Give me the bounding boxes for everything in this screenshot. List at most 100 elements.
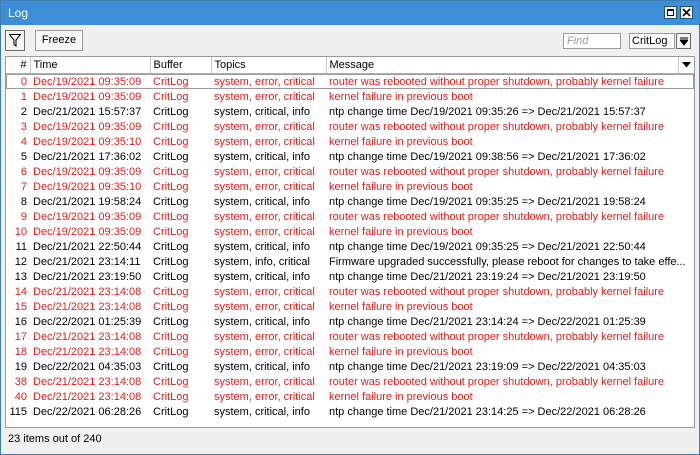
buffer-dropdown-button[interactable] — [676, 33, 691, 49]
cell-time: Dec/21/2021 17:36:02 — [33, 150, 142, 163]
toolbar: Freeze CritLog — [1, 26, 699, 56]
table-row[interactable]: 11 Dec/21/2021 22:50:44 CritLog system, cri… — [6, 239, 694, 254]
cell-buffer: CritLog — [153, 210, 189, 223]
table-row[interactable]: 19 Dec/22/2021 04:35:03 CritLog system, cri… — [6, 359, 694, 374]
cell-number: 16 — [14, 315, 27, 328]
cell-number: 40 — [14, 390, 27, 403]
cell-buffer: CritLog — [153, 360, 189, 373]
cell-topics: system, error, critical — [214, 345, 315, 358]
table-row[interactable]: 7 Dec/19/2021 09:35:10 CritLog system, erro… — [6, 179, 694, 194]
cell-number: 10 — [14, 225, 27, 238]
cell-topics: system, critical, info — [214, 195, 310, 208]
cell-message: kernel failure in previous boot — [329, 225, 473, 238]
cell-message: kernel failure in previous boot — [329, 180, 473, 193]
cell-message: router was rebooted without proper shutd… — [329, 330, 665, 343]
cell-topics: system, critical, info — [214, 105, 310, 118]
cell-time: Dec/19/2021 09:35:09 — [33, 165, 142, 178]
filter-button[interactable] — [5, 30, 25, 51]
cell-buffer: CritLog — [153, 270, 189, 283]
table-row[interactable]: 10 Dec/19/2021 09:35:09 CritLog system, err… — [6, 224, 694, 239]
cell-message: router was rebooted without proper shutd… — [329, 285, 665, 298]
freeze-button[interactable]: Freeze — [35, 30, 83, 51]
cell-topics: system, error, critical — [214, 225, 315, 238]
column-header-number[interactable]: # — [6, 57, 31, 74]
cell-time: Dec/21/2021 23:19:50 — [33, 270, 142, 283]
table-row[interactable]: 3 Dec/19/2021 09:35:09 CritLog system, erro… — [6, 119, 694, 134]
column-header-time[interactable]: Time — [30, 57, 151, 74]
cell-buffer: CritLog — [153, 120, 189, 133]
table-row[interactable]: 4 Dec/19/2021 09:35:10 CritLog system, erro… — [6, 134, 694, 149]
table-row[interactable]: 1 Dec/19/2021 09:35:09 CritLog system, erro… — [6, 89, 694, 104]
cell-buffer: CritLog — [153, 195, 189, 208]
cell-buffer: CritLog — [153, 165, 189, 178]
close-icon[interactable] — [680, 6, 693, 19]
table-row[interactable]: 115 Dec/22/2021 06:28:26 CritLog system, cr… — [6, 404, 694, 419]
table-row[interactable]: 18 Dec/21/2021 23:14:08 CritLog system, err… — [6, 344, 694, 359]
cell-time: Dec/19/2021 09:35:09 — [33, 75, 142, 88]
maximize-icon[interactable] — [664, 6, 677, 19]
cell-number: 7 — [20, 180, 27, 193]
table-row[interactable]: 0 Dec/19/2021 09:35:09 CritLog system, erro… — [6, 74, 694, 90]
chevron-down-icon — [681, 62, 691, 68]
cell-time: Dec/21/2021 23:14:08 — [33, 285, 142, 298]
title-bar[interactable]: Log — [1, 1, 699, 25]
cell-message: ntp change time Dec/19/2021 09:35:25 => … — [329, 195, 646, 208]
table-row[interactable]: 40 Dec/21/2021 23:14:08 CritLog system, err… — [6, 389, 694, 404]
cell-buffer: CritLog — [153, 75, 189, 88]
cell-number: 19 — [14, 360, 27, 373]
cell-number: 12 — [14, 255, 27, 268]
table-row[interactable]: 14 Dec/21/2021 23:14:08 CritLog system, err… — [6, 284, 694, 299]
table-row[interactable]: 5 Dec/21/2021 17:36:02 CritLog system, crit… — [6, 149, 694, 164]
cell-buffer: CritLog — [153, 285, 189, 298]
cell-topics: system, error, critical — [214, 90, 315, 103]
buffer-select[interactable]: CritLog — [629, 33, 675, 49]
table-row[interactable]: 15 Dec/21/2021 23:14:08 CritLog system, err… — [6, 299, 694, 314]
cell-buffer: CritLog — [153, 150, 189, 163]
dropdown-icon — [680, 37, 688, 46]
table-row[interactable]: 13 Dec/21/2021 23:19:50 CritLog system, cri… — [6, 269, 694, 284]
table-row[interactable]: 6 Dec/19/2021 09:35:09 CritLog system, erro… — [6, 164, 694, 179]
cell-buffer: CritLog — [153, 330, 189, 343]
find-input[interactable] — [563, 33, 621, 49]
table-row[interactable]: 8 Dec/21/2021 19:58:24 CritLog system, crit… — [6, 194, 694, 209]
cell-time: Dec/19/2021 09:35:09 — [33, 120, 142, 133]
cell-message: kernel failure in previous boot — [329, 90, 473, 103]
cell-number: 4 — [20, 135, 27, 148]
cell-buffer: CritLog — [153, 180, 189, 193]
cell-message: Firmware upgraded successfully, please r… — [329, 255, 686, 268]
table-row[interactable]: 38 Dec/21/2021 23:14:08 CritLog system, err… — [6, 374, 694, 389]
cell-topics: system, critical, info — [214, 360, 310, 373]
cell-message: ntp change time Dec/19/2021 09:35:26 => … — [329, 105, 646, 118]
column-header-message[interactable]: Message — [326, 57, 679, 74]
cell-topics: system, error, critical — [214, 375, 315, 388]
cell-topics: system, error, critical — [214, 180, 315, 193]
table-row[interactable]: 16 Dec/22/2021 01:25:39 CritLog system, cri… — [6, 314, 694, 329]
cell-buffer: CritLog — [153, 90, 189, 103]
cell-buffer: CritLog — [153, 105, 189, 118]
cell-time: Dec/19/2021 09:35:09 — [33, 90, 142, 103]
table-row[interactable]: 9 Dec/19/2021 09:35:09 CritLog system, erro… — [6, 209, 694, 224]
column-header-topics[interactable]: Topics — [211, 57, 327, 74]
cell-time: Dec/22/2021 04:35:03 — [33, 360, 142, 373]
table-row[interactable]: 17 Dec/21/2021 23:14:08 CritLog system, err… — [6, 329, 694, 344]
cell-topics: system, error, critical — [214, 285, 315, 298]
cell-topics: system, error, critical — [214, 165, 315, 178]
cell-number: 2 — [20, 105, 27, 118]
column-menu-button[interactable] — [678, 57, 694, 74]
window-title: Log — [8, 6, 29, 20]
cell-number: 11 — [15, 240, 27, 253]
cell-message: ntp change time Dec/21/2021 23:14:25 => … — [329, 405, 646, 418]
cell-message: kernel failure in previous boot — [329, 135, 473, 148]
cell-topics: system, error, critical — [214, 390, 315, 403]
table-row[interactable]: 2 Dec/21/2021 15:57:37 CritLog system, crit… — [6, 104, 694, 119]
cell-message: ntp change time Dec/19/2021 09:38:56 => … — [329, 150, 646, 163]
cell-topics: system, info, critical — [214, 255, 310, 268]
cell-topics: system, error, critical — [214, 330, 315, 343]
cell-buffer: CritLog — [153, 225, 189, 238]
cell-topics: system, error, critical — [214, 135, 315, 148]
cell-message: kernel failure in previous boot — [329, 390, 473, 403]
column-header-buffer[interactable]: Buffer — [150, 57, 212, 74]
table-row[interactable]: 12 Dec/21/2021 23:14:11 CritLog system, inf… — [6, 254, 694, 269]
cell-number: 8 — [20, 195, 27, 208]
cell-number: 38 — [14, 375, 27, 388]
